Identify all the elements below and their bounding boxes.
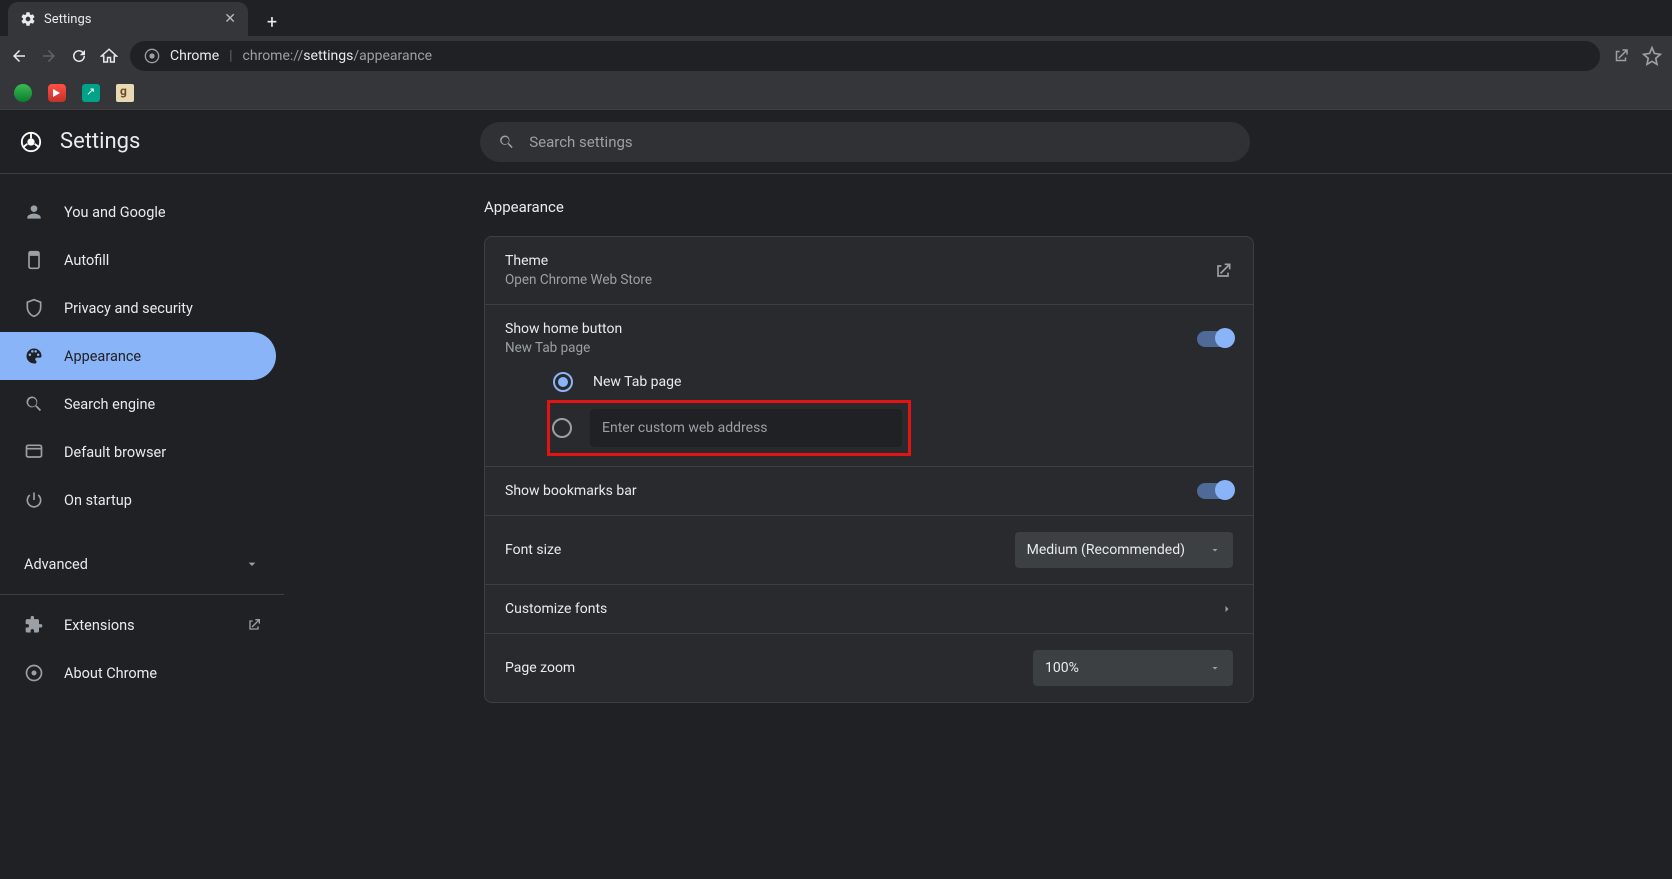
bookmark-4[interactable] xyxy=(116,84,134,102)
new-tab-button[interactable]: + xyxy=(258,8,286,36)
font-size-title: Font size xyxy=(505,542,1015,558)
home-icon[interactable] xyxy=(100,47,118,65)
search-icon xyxy=(24,394,44,414)
bookmarks-bar-toggle[interactable] xyxy=(1197,483,1233,499)
sidebar-item-default-browser[interactable]: Default browser xyxy=(0,428,276,476)
sidebar-item-label: About Chrome xyxy=(64,665,157,682)
customize-fonts-row[interactable]: Customize fonts xyxy=(485,585,1253,634)
bookmarks-bar xyxy=(0,76,1672,110)
sidebar-item-label: Extensions xyxy=(64,617,135,634)
page-zoom-row: Page zoom 100% xyxy=(485,634,1253,702)
sidebar: You and Google Autofill Privacy and secu… xyxy=(0,174,284,879)
custom-address-input[interactable] xyxy=(590,409,902,447)
sidebar-item-label: Default browser xyxy=(64,444,166,461)
chevron-down-icon xyxy=(1209,662,1221,674)
search-input[interactable] xyxy=(529,133,1232,151)
shield-icon xyxy=(24,298,44,318)
chrome-icon xyxy=(24,663,44,683)
content-column: Appearance Theme Open Chrome Web Store xyxy=(284,174,1672,879)
font-size-value: Medium (Recommended) xyxy=(1027,542,1185,558)
radio-custom-address[interactable] xyxy=(552,418,572,438)
appearance-card: Theme Open Chrome Web Store Show home bu… xyxy=(484,236,1254,703)
chevron-down-icon xyxy=(244,556,260,572)
omnibox-label: Chrome xyxy=(170,48,219,64)
omnibox-url: chrome://settings/appearance xyxy=(243,48,433,64)
bookmark-star-icon[interactable] xyxy=(1642,46,1662,66)
theme-row[interactable]: Theme Open Chrome Web Store xyxy=(485,237,1253,305)
radio-selected-icon[interactable] xyxy=(553,372,573,392)
theme-sub: Open Chrome Web Store xyxy=(505,272,1213,288)
external-link-icon xyxy=(246,617,262,633)
browser-icon xyxy=(24,442,44,462)
reload-icon[interactable] xyxy=(70,47,88,65)
search-icon xyxy=(498,133,515,151)
highlight-box xyxy=(547,400,911,456)
tab-title: Settings xyxy=(44,12,216,27)
sidebar-item-on-startup[interactable]: On startup xyxy=(0,476,276,524)
settings-header: Settings xyxy=(0,110,1672,174)
font-size-row: Font size Medium (Recommended) xyxy=(485,516,1253,585)
omnibox-divider: | xyxy=(229,48,232,64)
sidebar-item-search-engine[interactable]: Search engine xyxy=(0,380,276,428)
home-button-title: Show home button xyxy=(505,321,1197,337)
section-heading: Appearance xyxy=(484,198,1254,216)
search-settings[interactable] xyxy=(480,122,1250,162)
page-zoom-title: Page zoom xyxy=(505,660,1033,676)
share-icon[interactable] xyxy=(1612,47,1630,65)
clipboard-icon xyxy=(24,250,44,270)
sidebar-divider xyxy=(0,594,284,595)
settings-main: You and Google Autofill Privacy and secu… xyxy=(0,174,1672,879)
home-button-toggle[interactable] xyxy=(1197,331,1233,347)
sidebar-item-label: Search engine xyxy=(64,396,155,413)
sidebar-item-label: Privacy and security xyxy=(64,300,193,317)
sidebar-advanced[interactable]: Advanced xyxy=(0,540,284,588)
person-icon xyxy=(24,202,44,222)
radio-new-tab-page[interactable]: New Tab page xyxy=(553,360,1233,404)
puzzle-icon xyxy=(24,615,44,635)
home-button-row: Show home button New Tab page New Tab pa… xyxy=(485,305,1253,467)
sidebar-item-label: Autofill xyxy=(64,252,109,269)
chrome-logo-icon xyxy=(20,131,42,153)
bookmarks-bar-row: Show bookmarks bar xyxy=(485,467,1253,516)
font-size-select[interactable]: Medium (Recommended) xyxy=(1015,532,1233,568)
tab-strip: Settings ✕ + xyxy=(0,0,1672,36)
customize-fonts-title: Customize fonts xyxy=(505,601,1221,617)
sidebar-item-label: Appearance xyxy=(64,348,141,365)
page-zoom-value: 100% xyxy=(1045,660,1079,676)
forward-icon xyxy=(40,47,58,65)
external-link-icon xyxy=(1213,261,1233,281)
sidebar-advanced-label: Advanced xyxy=(24,556,88,573)
chrome-icon xyxy=(144,48,160,64)
bookmark-2[interactable] xyxy=(48,84,66,102)
radio-new-tab-label: New Tab page xyxy=(593,374,681,390)
home-button-sub: New Tab page xyxy=(505,340,1197,356)
theme-title: Theme xyxy=(505,253,1213,269)
bookmarks-bar-title: Show bookmarks bar xyxy=(505,483,1197,499)
page-zoom-select[interactable]: 100% xyxy=(1033,650,1233,686)
sidebar-item-privacy[interactable]: Privacy and security xyxy=(0,284,276,332)
browser-tab-settings[interactable]: Settings ✕ xyxy=(8,2,248,36)
power-icon xyxy=(24,490,44,510)
close-icon[interactable]: ✕ xyxy=(224,11,236,27)
sidebar-item-autofill[interactable]: Autofill xyxy=(0,236,276,284)
sidebar-item-label: You and Google xyxy=(64,204,166,221)
gear-icon xyxy=(20,11,36,27)
back-icon[interactable] xyxy=(10,47,28,65)
sidebar-item-you-and-google[interactable]: You and Google xyxy=(0,188,276,236)
browser-toolbar: Chrome | chrome://settings/appearance xyxy=(0,36,1672,76)
sidebar-item-about[interactable]: About Chrome xyxy=(0,649,276,697)
sidebar-item-label: On startup xyxy=(64,492,132,509)
bookmark-3[interactable] xyxy=(82,84,100,102)
palette-icon xyxy=(24,346,44,366)
chevron-down-icon xyxy=(1209,544,1221,556)
settings-page: Settings You and Google Autofill Privacy… xyxy=(0,110,1672,879)
sidebar-item-extensions[interactable]: Extensions xyxy=(0,601,276,649)
omnibox[interactable]: Chrome | chrome://settings/appearance xyxy=(130,41,1600,71)
bookmark-1[interactable] xyxy=(14,84,32,102)
sidebar-item-appearance[interactable]: Appearance xyxy=(0,332,276,380)
page-title: Settings xyxy=(60,129,480,154)
chevron-right-icon xyxy=(1221,603,1233,615)
